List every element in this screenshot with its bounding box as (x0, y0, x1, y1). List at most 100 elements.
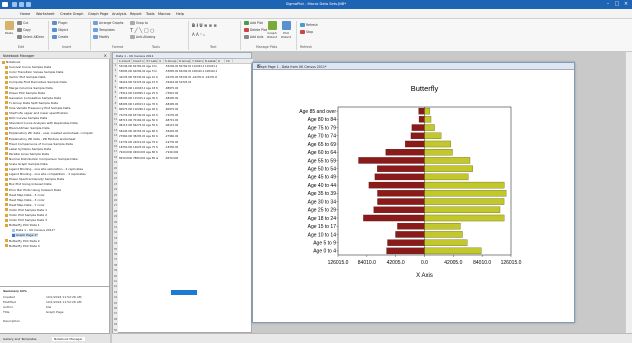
table-cell[interactable]: 52325.0000 (133, 81, 145, 84)
text-size-tools[interactable]: A A ⁿ ₙ (192, 32, 204, 37)
graph-close-icon[interactable]: × (257, 63, 572, 68)
table-cell[interactable]: 80975.0000 (119, 108, 132, 111)
summary-value[interactable]: Graph Page (46, 310, 63, 314)
notebook-tree-item[interactable]: Compute First Derivative Sample Data (5, 80, 67, 84)
table-cell[interactable]: 55330.0000 (179, 76, 191, 79)
paste-button[interactable]: Paste (3, 21, 15, 35)
table-cell[interactable]: 42235.0000 (119, 76, 132, 79)
minimize-icon[interactable]: – (604, 1, 612, 8)
notebook-tree-item[interactable]: Scale Graph Sample Data (5, 162, 48, 166)
stop-button[interactable]: Stop (300, 30, 313, 34)
clear-button[interactable]: Clear (36, 35, 44, 39)
add-plot-button[interactable]: Add Plot (244, 21, 263, 25)
table-cell[interactable]: 118913.0000 (133, 103, 145, 106)
table-cell[interactable]: -42235.0000 (192, 76, 204, 79)
table-cell[interactable]: 62290.0000 (179, 70, 191, 73)
table-cell[interactable]: -88975.0000 (165, 87, 178, 90)
table-cell[interactable]: 108410.0000 (205, 70, 217, 73)
select-all-button[interactable]: Select All (17, 35, 37, 39)
table-cell[interactable]: -73915.0000 (165, 92, 178, 95)
notebook-tree-item[interactable]: Violin Plot Sample Data 1 (5, 208, 47, 212)
table-cell[interactable]: -27960.0000 (165, 135, 178, 138)
table-cell[interactable]: 82760.0000 (133, 65, 145, 68)
table-cell[interactable]: 55330.0000 (133, 76, 145, 79)
notebook-tree-item[interactable]: Label Symbols Sample Data (5, 147, 51, 151)
notebook-tree-item[interactable]: Violin Plot Sample Data 3 (5, 218, 47, 222)
table-cell[interactable]: 39416.0000 (119, 81, 132, 84)
table-cell[interactable]: Age 80 to 84 (146, 151, 158, 154)
table-cell[interactable]: 108410.0000 (192, 70, 204, 73)
notebook-tree-item[interactable]: ROC Curves Sample Data (5, 116, 47, 120)
table-cell[interactable]: -72235.0000 (165, 114, 178, 117)
summary-value[interactable]: blw (46, 305, 51, 309)
notebook-tree-item[interactable]: Butterfly Plot Data 1 (5, 223, 40, 227)
notebook-tree-item[interactable]: Heat Map Data - 3 color (5, 198, 45, 202)
table-cell[interactable]: 82760.0000 (179, 65, 191, 68)
table-cell[interactable]: 115915.0000 (133, 97, 145, 100)
table-cell[interactable]: -68495.0000 (165, 103, 178, 106)
table-cell[interactable]: -55246.0000 (165, 65, 178, 68)
menu-create-graph[interactable]: Create Graph (60, 12, 83, 16)
shape-tools[interactable]: T ╱ ╲ □ ○ (130, 28, 155, 34)
notebook-tree-item[interactable]: Bland-Altman Sample Data (5, 126, 50, 130)
notebook-tree-item[interactable]: Fixed Comparisons of Curves Sample Data (5, 142, 73, 146)
table-cell[interactable]: 63740.0000 (133, 114, 145, 117)
notebook-tree-item[interactable]: Color Transition Values Sample Data (5, 70, 63, 74)
table-cell[interactable]: 9490.0000 (133, 151, 145, 154)
table-cell[interactable]: 73915.0000 (119, 92, 132, 95)
notebook-tree-item[interactable]: Power Spectral Density Sample Data (5, 177, 64, 181)
table-cell[interactable]: 72235.0000 (119, 114, 132, 117)
table-cell[interactable]: -80975.0000 (165, 108, 178, 111)
modify-button[interactable]: Modify (93, 35, 109, 39)
notebook-tree-item[interactable]: Vector Plot Sample Data (5, 75, 46, 79)
table-cell[interactable]: 68495.0000 (119, 97, 132, 100)
table-cell[interactable]: Age 5 to 9 (146, 70, 158, 73)
notebook-tree-item[interactable]: Error Bar Plots Using Indexed Data (5, 188, 61, 192)
delete-plot-button[interactable]: Delete Plot (244, 28, 267, 32)
table-cell[interactable]: -7940.0000 (165, 151, 178, 154)
table-cell[interactable]: 68715.0000 (119, 119, 132, 122)
menu-report[interactable]: Report (130, 12, 142, 16)
table-cell[interactable]: Age 10 to 14 (146, 76, 158, 79)
notebook-tree-item[interactable]: Explanatory Ztr data - user created work… (5, 131, 93, 135)
menu-analysis[interactable]: Analysis (112, 12, 126, 16)
panel-close-icon[interactable]: × (104, 53, 107, 58)
notebook-tree-item[interactable]: Heat Map Data - 3 color (5, 193, 45, 197)
plugin-button[interactable]: Plugin (52, 21, 67, 25)
notebook-tree-item[interactable]: Survival Curve Sample Data (5, 65, 51, 69)
table-cell[interactable]: Age 0 to 4 (146, 65, 158, 68)
table-cell[interactable]: 116023.0000 (133, 87, 145, 90)
tab-gallery-templates[interactable]: Gallery and Templates (3, 337, 37, 341)
table-cell[interactable]: 14625.0000 (133, 146, 145, 149)
table-cell[interactable]: 38295.0000 (133, 135, 145, 138)
arrange-graphs-button[interactable]: Arrange Graphs (93, 21, 123, 25)
table-cell[interactable]: Age 70 to 74 (146, 141, 158, 144)
table-cell[interactable]: -18350.0000 (165, 146, 178, 149)
add-axis-button[interactable]: Add Axis (244, 35, 263, 39)
table-cell[interactable]: 53895.0000 (119, 70, 132, 73)
menu-macros[interactable]: Macros (158, 12, 170, 16)
notebook-tree-item[interactable]: Violin Plot Sample Data 2 (5, 213, 47, 217)
table-cell[interactable]: Age 40 to 44 (146, 108, 158, 111)
table-cell[interactable]: 18350.0000 (119, 146, 132, 149)
table-cell[interactable]: -68495.0000 (165, 97, 178, 100)
table-cell[interactable]: -42235.0000 (165, 76, 178, 79)
menu-home[interactable]: Home (20, 12, 30, 16)
notebook-tree-item[interactable]: Box Plot Using Indexed Data (5, 182, 52, 186)
table-cell[interactable]: 56445.0000 (119, 130, 132, 133)
plot-wizard-button[interactable]: Plot Wizard (280, 21, 292, 39)
table-cell[interactable]: 110023.0000 (205, 65, 217, 68)
menu-help[interactable]: Help (176, 12, 184, 16)
notebook-tree-item[interactable]: Ti-Group Data Split Sample Data (5, 101, 58, 105)
table-cell[interactable]: Age 55 to 59 (146, 124, 158, 127)
table-cell[interactable]: 96115.0000 (119, 124, 132, 127)
table-cell[interactable]: 40763.0000 (133, 130, 145, 133)
notebook-tree-item[interactable]: Standard Curve Analysis with Replicates … (5, 121, 78, 125)
menu-tools[interactable]: Tools (146, 12, 155, 16)
menu-worksheet[interactable]: Worksheet (36, 12, 55, 16)
table-cell[interactable]: 7940.0000 (119, 151, 132, 154)
notebook-tree-item[interactable]: Normal Distribution Comparison Sample Da… (5, 157, 78, 161)
table-cell[interactable]: 8530.0000 (119, 157, 132, 160)
table-cell[interactable]: Age 75 to 79 (146, 146, 158, 149)
menu-graph-page[interactable]: Graph Page (88, 12, 108, 16)
